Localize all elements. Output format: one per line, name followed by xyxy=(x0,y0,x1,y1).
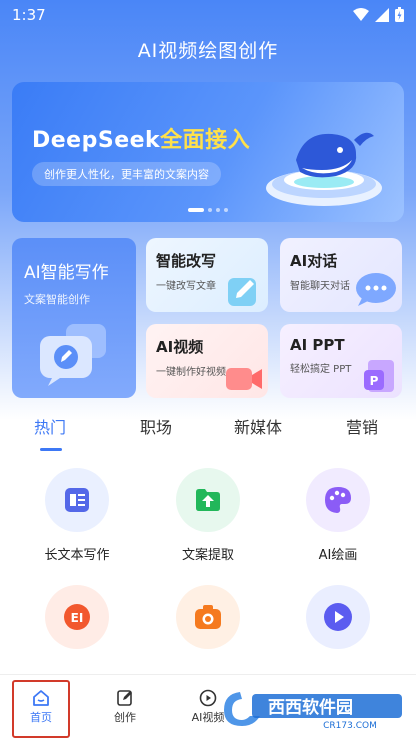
category-tabs: 热门 职场 新媒体 营销 xyxy=(0,412,416,452)
banner-dot[interactable] xyxy=(208,208,212,212)
banner-dot[interactable] xyxy=(224,208,228,212)
card-title: AI智能写作 xyxy=(24,263,109,283)
nav-label: 创作 xyxy=(114,711,136,724)
tool-icon-circle xyxy=(176,468,240,532)
card-ai-writing[interactable]: AI智能写作 文案智能创作 xyxy=(12,238,136,398)
video-camera-icon xyxy=(226,368,262,390)
card-ai-ppt[interactable]: AI PPT 轻松搞定 PPT P xyxy=(280,324,402,398)
tab-marketing[interactable]: 营销 xyxy=(346,414,378,438)
promo-banner[interactable]: DeepSeek全面接入 创作更人性化，更丰富的文案内容 xyxy=(12,82,404,222)
extract-icon xyxy=(196,489,220,511)
palette-icon xyxy=(325,487,351,513)
svg-text:EI: EI xyxy=(71,611,84,625)
signal-icon xyxy=(375,7,389,22)
long-text-icon xyxy=(65,488,89,512)
tool-label: 长文本写作 xyxy=(44,548,110,563)
watermark-sub: CR173.COM xyxy=(323,721,377,730)
edit-icon xyxy=(117,690,132,706)
tool-icon-circle xyxy=(306,585,370,649)
card-title: AI视频 xyxy=(156,338,204,356)
play-icon xyxy=(324,603,352,631)
ppt-file-icon: P xyxy=(364,360,394,392)
tool-label: 文案提取 xyxy=(181,548,234,563)
feature-cards: AI智能写作 文案智能创作 智能改写 一键改写文章 AI对话 智能聊天对话 AI… xyxy=(12,238,404,398)
card-subtitle: 文案智能创作 xyxy=(24,293,90,306)
tab-hot[interactable]: 热门 xyxy=(34,414,66,438)
battery-icon xyxy=(395,7,404,22)
svg-text:P: P xyxy=(370,374,379,388)
rewrite-icon xyxy=(228,278,256,306)
banner-headline: DeepSeek全面接入 xyxy=(32,122,250,154)
status-time: 1:37 xyxy=(12,6,46,24)
tool-label: AI绘画 xyxy=(318,548,358,563)
card-ai-video[interactable]: AI视频 一键制作好视频 xyxy=(146,324,268,398)
whale-mascot-icon xyxy=(266,132,382,206)
card-ai-chat[interactable]: AI对话 智能聊天对话 xyxy=(280,238,402,312)
card-smart-rewrite[interactable]: 智能改写 一键改写文章 xyxy=(146,238,268,312)
status-icons xyxy=(353,7,404,22)
tool-camera[interactable] xyxy=(148,585,268,649)
nav-create[interactable]: 创作 xyxy=(95,687,155,725)
tool-icon-circle: EI xyxy=(45,585,109,649)
home-focus-highlight xyxy=(12,680,70,738)
card-title: AI PPT xyxy=(290,336,345,354)
site-watermark-logo: 西西软件园 CR173.COM xyxy=(224,692,402,730)
watermark-main: 西西软件园 xyxy=(268,697,353,718)
banner-pagination xyxy=(188,208,228,212)
banner-brand: DeepSeek xyxy=(32,128,161,153)
wifi-icon xyxy=(353,7,369,21)
tool-icon-circle xyxy=(45,468,109,532)
tool-icon-circle xyxy=(306,468,370,532)
tool-ai-painting[interactable]: AI绘画 xyxy=(278,468,398,563)
banner-highlight: 全面接入 xyxy=(160,128,251,153)
tab-active-indicator xyxy=(40,448,62,451)
camera-icon xyxy=(195,605,221,629)
tool-icon-circle xyxy=(176,585,240,649)
banner-subtitle: 创作更人性化，更丰富的文案内容 xyxy=(32,162,221,186)
ocr-icon: EI xyxy=(64,604,90,630)
tool-copy-extract[interactable]: 文案提取 xyxy=(148,468,268,563)
play-circle-icon xyxy=(199,689,217,707)
card-title: 智能改写 xyxy=(156,252,217,270)
tool-long-text-writing[interactable]: 长文本写作 xyxy=(17,468,137,563)
card-title: AI对话 xyxy=(290,252,338,270)
status-bar: 1:37 xyxy=(0,0,416,30)
page-title: AI视频绘图创作 xyxy=(137,40,279,62)
banner-dot[interactable] xyxy=(216,208,220,212)
tab-new-media[interactable]: 新媒体 xyxy=(234,414,282,438)
chat-edit-icon xyxy=(40,324,106,386)
tool-video-play[interactable] xyxy=(278,585,398,649)
chat-bubble-icon xyxy=(356,273,396,306)
tool-ocr[interactable]: EI xyxy=(17,585,137,649)
banner-dot[interactable] xyxy=(188,208,204,212)
tab-workplace[interactable]: 职场 xyxy=(140,414,172,438)
